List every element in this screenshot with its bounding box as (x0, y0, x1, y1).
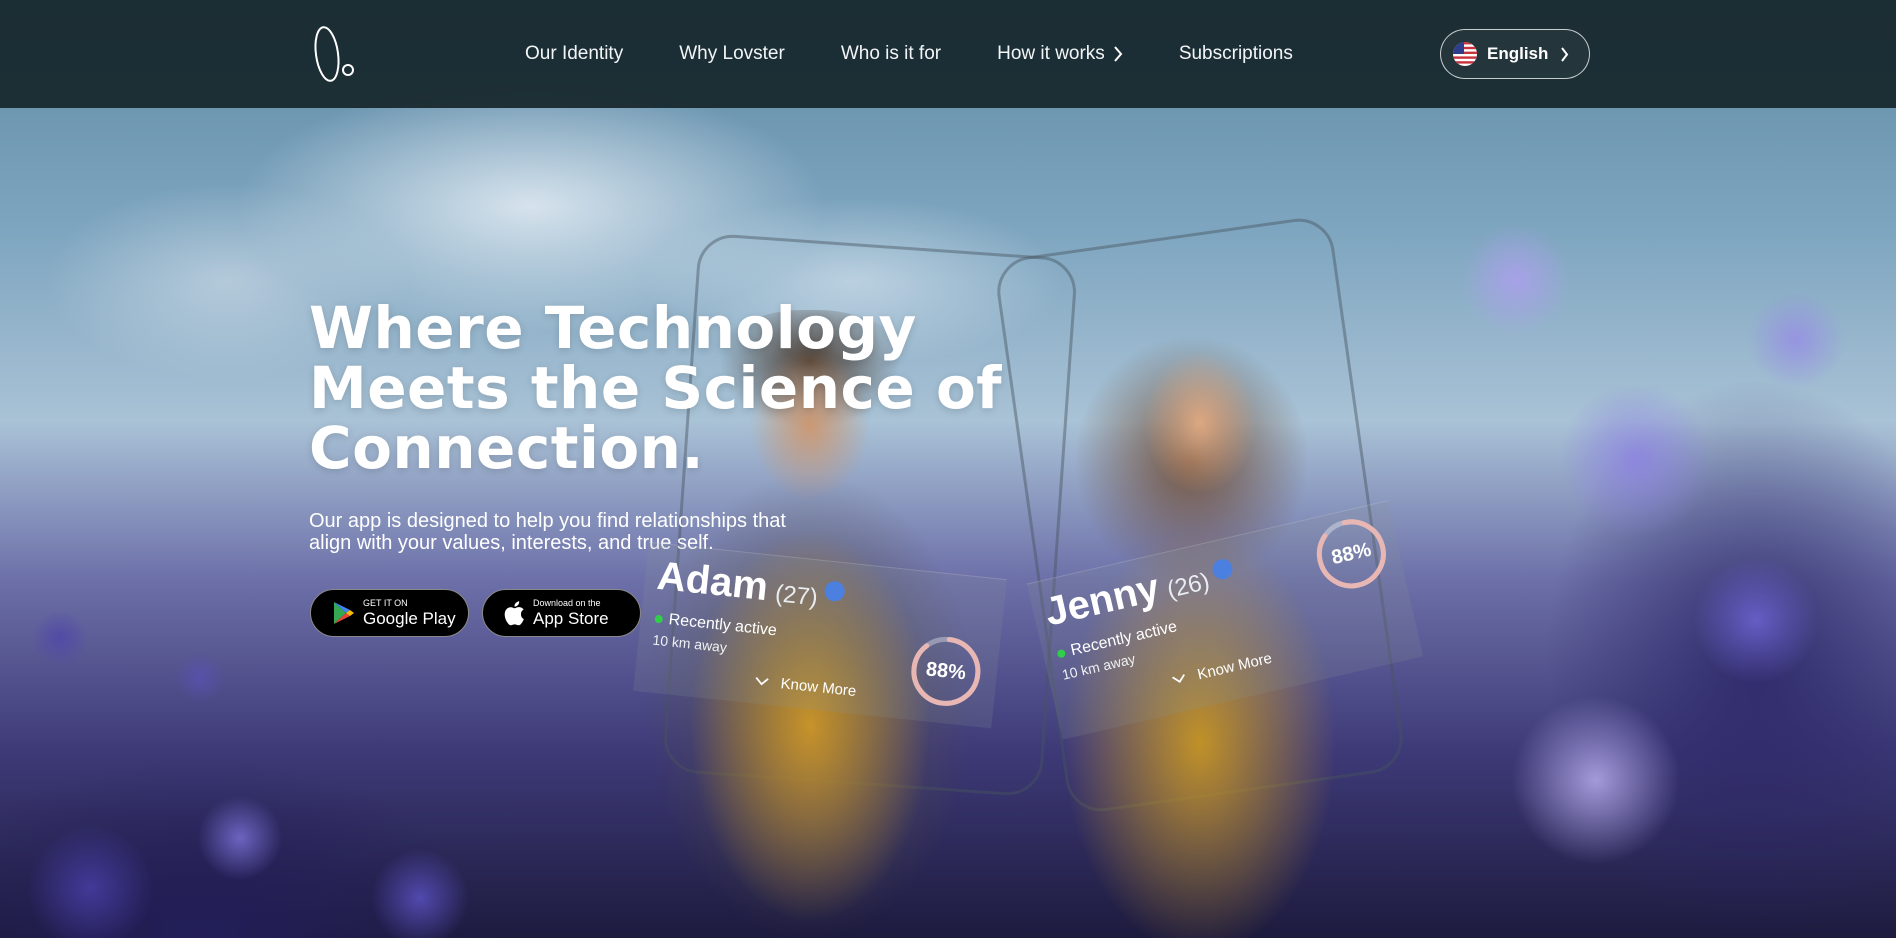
chevron-right-icon (1561, 47, 1569, 62)
language-selector[interactable]: English (1440, 29, 1590, 79)
verified-icon (823, 580, 846, 603)
know-more-link[interactable]: Know More (1170, 650, 1274, 689)
top-nav: Our Identity Why Lovster Who is it for H… (0, 0, 1896, 108)
online-dot-icon (1056, 648, 1067, 659)
app-store-button[interactable]: Download on the App Store (482, 589, 641, 637)
language-label: English (1487, 44, 1549, 63)
chevron-down-icon (755, 676, 769, 686)
app-store-big: App Store (533, 609, 609, 628)
google-play-big: Google Play (363, 609, 456, 628)
online-dot-icon (654, 614, 664, 624)
profile-age: (27) (773, 580, 820, 612)
nav-link-why-lovster[interactable]: Why Lovster (679, 43, 785, 65)
nav-links: Our Identity Why Lovster Who is it for H… (525, 0, 1349, 108)
google-play-small: GET IT ON (363, 598, 408, 608)
nav-link-who-is-it-for[interactable]: Who is it for (841, 43, 941, 65)
know-more-link[interactable]: Know More (754, 672, 857, 700)
hero-subtitle: Our app is designed to help you find rel… (309, 510, 786, 554)
us-flag-icon (1453, 42, 1477, 66)
google-play-button[interactable]: GET IT ON Google Play (310, 589, 469, 637)
apple-icon (504, 601, 524, 626)
match-ring: 88% (1307, 510, 1396, 599)
profile-name: Adam (27) (655, 554, 847, 618)
chevron-right-icon (1114, 46, 1123, 62)
app-store-small: Download on the (533, 598, 601, 608)
match-percent: 88% (924, 657, 967, 684)
nav-link-subscriptions[interactable]: Subscriptions (1179, 43, 1293, 65)
chevron-down-icon (1172, 674, 1185, 684)
nav-link-how-it-works[interactable]: How it works (997, 43, 1123, 65)
flowers-foreground-right (1336, 160, 1896, 938)
nav-link-our-identity[interactable]: Our Identity (525, 43, 623, 65)
lovster-logo[interactable] (311, 24, 357, 84)
google-play-icon (334, 602, 354, 624)
flowers-foreground-left (0, 418, 720, 938)
profile-age: (26) (1164, 567, 1213, 604)
verified-icon (1210, 557, 1235, 582)
match-percent: 88% (1329, 538, 1374, 569)
profile-distance: 10 km away (651, 631, 728, 656)
hero-title: Where Technology Meets the Science of Co… (309, 294, 1003, 482)
match-ring: 88% (905, 631, 986, 712)
